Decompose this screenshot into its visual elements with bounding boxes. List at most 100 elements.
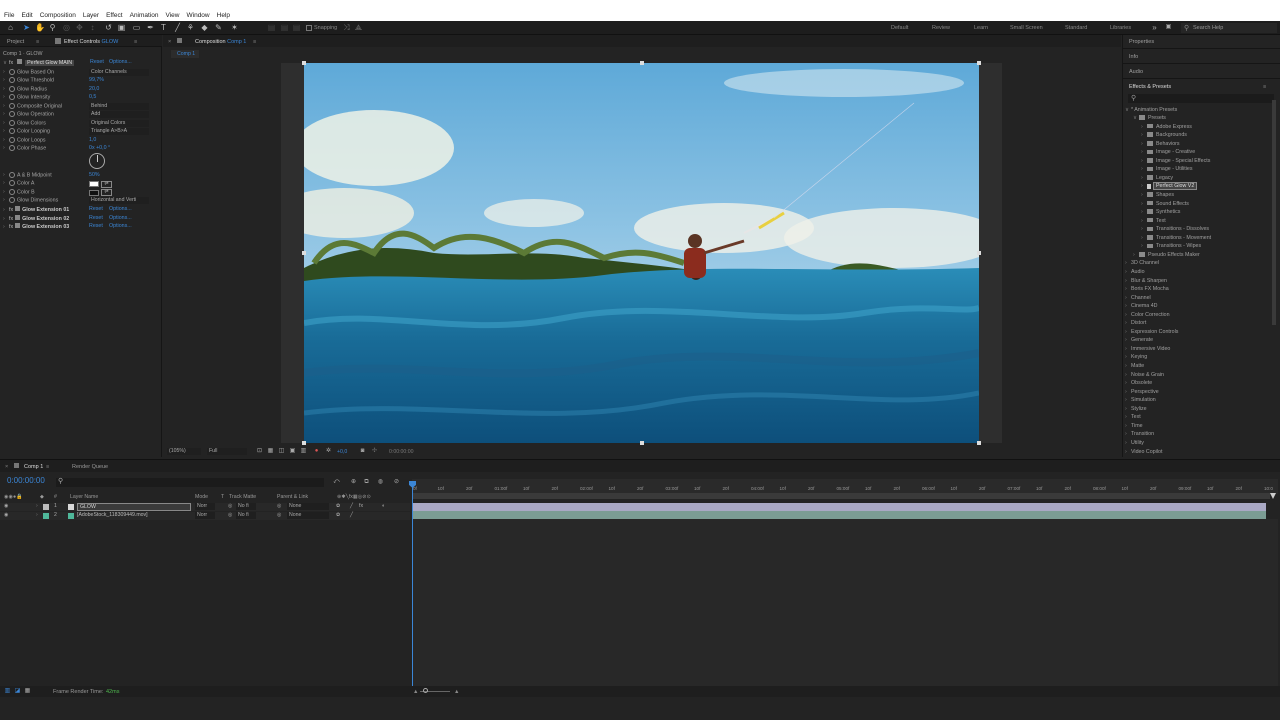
matte-icon[interactable]: ◎: [228, 503, 233, 509]
effects-tree-item[interactable]: › Expression Controls: [1125, 329, 1270, 338]
extension-options-link[interactable]: Options...: [109, 215, 132, 221]
workspace-review[interactable]: Review: [932, 25, 950, 31]
region-of-interest-icon[interactable]: ▣: [289, 448, 296, 455]
tab-project[interactable]: Project: [7, 39, 24, 45]
frame-handle-mr[interactable]: [977, 251, 981, 255]
effects-tree-item[interactable]: › Adobe Express: [1125, 124, 1270, 133]
menu-animation[interactable]: Animation: [130, 12, 159, 19]
draft-3d-icon[interactable]: ⊕: [350, 479, 357, 486]
param-value[interactable]: 0,5: [89, 94, 96, 100]
layer-mode-dropdown[interactable]: Norr: [195, 511, 215, 519]
camera-tool-icon[interactable]: ▣: [117, 23, 126, 32]
tab-comp-timeline[interactable]: Comp 1: [24, 464, 43, 470]
extension-options-link[interactable]: Options...: [109, 223, 132, 229]
color-a-eyedropper-icon[interactable]: ⇌: [101, 181, 112, 188]
layer-bar-glow[interactable]: [412, 503, 1266, 511]
effects-tree-item[interactable]: ∨ Presets: [1125, 115, 1270, 124]
menu-window[interactable]: Window: [187, 12, 210, 19]
modes-toggle-icon[interactable]: ▦: [24, 688, 31, 695]
snap-icon[interactable]: ⤨: [342, 23, 351, 32]
fx-icon[interactable]: fx: [9, 207, 13, 213]
mask-visibility-icon[interactable]: ◫: [278, 448, 285, 455]
color-channels-icon[interactable]: ●: [313, 448, 320, 455]
time-navigator[interactable]: [412, 493, 1270, 499]
effects-tree-item[interactable]: › Transitions - Wipes: [1125, 243, 1270, 252]
motion-blur-icon[interactable]: ⊘: [393, 479, 400, 486]
stopwatch-icon[interactable]: [9, 68, 15, 75]
timeline-tab-menu-icon[interactable]: ≡: [46, 464, 49, 470]
effects-tree-item[interactable]: › Synthetics: [1125, 209, 1270, 218]
snapshot-icon[interactable]: ◙: [359, 448, 366, 455]
timeline-zoom-thumb[interactable]: [423, 688, 428, 693]
home-icon[interactable]: ⌂: [6, 23, 15, 32]
frame-handle-ml[interactable]: [302, 251, 306, 255]
grid-guides-icon[interactable]: ▥: [300, 448, 307, 455]
layer-search-input[interactable]: ⚲: [56, 478, 324, 487]
menu-effect[interactable]: Effect: [106, 12, 123, 19]
stopwatch-icon[interactable]: [9, 77, 15, 83]
effects-tree-item[interactable]: › Matte: [1125, 363, 1270, 372]
effects-tree-item[interactable]: › Distort: [1125, 320, 1270, 329]
puppet-tool-icon[interactable]: ✶: [230, 23, 239, 32]
stopwatch-icon[interactable]: [9, 94, 15, 100]
eye-icon[interactable]: ◉: [4, 512, 9, 518]
effects-tree-item[interactable]: › Color Correction: [1125, 312, 1270, 321]
layer-name[interactable]: [AdobeStock_118309449.mov]: [77, 512, 148, 518]
effects-tree-item[interactable]: › Backgrounds: [1125, 132, 1270, 141]
stopwatch-icon[interactable]: [9, 102, 15, 109]
stopwatch-icon[interactable]: [9, 180, 15, 186]
parent-header[interactable]: Parent & Link: [277, 494, 308, 500]
effects-tree-item[interactable]: › Cinema 4D: [1125, 303, 1270, 312]
effects-tree-item[interactable]: › Image - Special Effects: [1125, 158, 1270, 167]
param-value[interactable]: 50%: [89, 172, 100, 178]
table-row[interactable]: ◉ › 2 [AdobeStock_118309449.mov] Norr ◎ No fi ◎…: [0, 511, 410, 520]
effects-tree-item[interactable]: › Shapes: [1125, 192, 1270, 201]
effects-tree-item[interactable]: › Time: [1125, 423, 1270, 432]
shy-layers-icon[interactable]: ⧉: [363, 479, 370, 486]
stopwatch-icon[interactable]: [9, 171, 15, 178]
extension-reset-link[interactable]: Reset: [89, 223, 103, 229]
composition-viewer[interactable]: [304, 63, 979, 443]
comp-close-icon[interactable]: ×: [168, 39, 171, 45]
fast-preview-icon[interactable]: ⊡: [256, 448, 263, 455]
tab-render-queue[interactable]: Render Queue: [72, 464, 108, 470]
comp-subtab[interactable]: Comp 1: [171, 50, 199, 58]
parent-dropdown[interactable]: None: [287, 503, 329, 510]
effects-tree-item[interactable]: › Keying: [1125, 354, 1270, 363]
param-dropdown[interactable]: Triangle A>B>A: [89, 128, 149, 135]
menu-composition[interactable]: Composition: [40, 12, 76, 19]
stopwatch-icon[interactable]: [9, 145, 15, 151]
menu-edit[interactable]: Edit: [21, 12, 32, 19]
tab-effect-menu-icon[interactable]: ≡: [134, 39, 137, 45]
view-axis-icon[interactable]: ▤: [292, 23, 301, 32]
effect-options-link[interactable]: Options...: [109, 59, 132, 65]
color-b-eyedropper-icon[interactable]: ⇌: [101, 189, 112, 196]
adjustment-switch-icon[interactable]: ◐: [382, 503, 385, 509]
timeline-lock-icon[interactable]: [14, 463, 19, 468]
stopwatch-icon[interactable]: [9, 188, 15, 195]
frame-handle-bc[interactable]: [640, 441, 644, 445]
type-tool-icon[interactable]: T: [159, 23, 168, 32]
roto-brush-icon[interactable]: ✎: [214, 23, 223, 32]
workspace-learn[interactable]: Learn: [974, 25, 988, 31]
effects-tree-item[interactable]: › Blur & Sharpen: [1125, 278, 1270, 287]
param-value[interactable]: 0x +0,0 °: [89, 145, 110, 151]
timeline-end-marker[interactable]: [1270, 493, 1276, 499]
param-dropdown[interactable]: Color Channels: [89, 68, 149, 76]
more-workspaces-icon[interactable]: »: [1150, 23, 1159, 32]
search-help-input[interactable]: ⚲ Search Help: [1181, 23, 1277, 33]
param-dropdown[interactable]: Behind: [89, 102, 149, 110]
table-row[interactable]: ◉ › 1 GLOW Norr ◎ No fi ◎ None ✿ ╱ fx ◐: [0, 503, 410, 511]
exposure-reset-icon[interactable]: ✲: [325, 448, 332, 455]
effects-tree-item[interactable]: › Utility: [1125, 440, 1270, 449]
effects-tree-item[interactable]: ∨ * Animation Presets: [1125, 107, 1270, 116]
effects-tree-item[interactable]: › Simulation: [1125, 397, 1270, 406]
effects-menu-icon[interactable]: ≡: [1263, 84, 1266, 90]
param-dropdown[interactable]: Horizontal and Verti: [89, 197, 149, 204]
menu-layer[interactable]: Layer: [83, 12, 99, 19]
pickwhip-icon[interactable]: ◎: [277, 512, 282, 518]
effects-tree-item[interactable]: › Generate: [1125, 337, 1270, 346]
snapping-checkbox[interactable]: [306, 25, 312, 31]
zoom-out-icon[interactable]: ▲: [413, 689, 418, 695]
color-a-swatch[interactable]: [89, 181, 99, 187]
